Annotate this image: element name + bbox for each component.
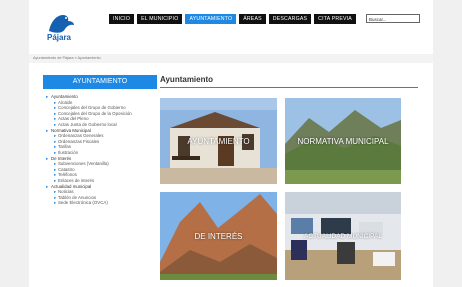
title-divider <box>160 87 418 88</box>
sidebar-link[interactable]: Sede Electrónica (OVCA) <box>43 200 157 206</box>
sidebar: AYUNTAMIENTO AyuntamientoAlcaldeConcejal… <box>43 75 157 206</box>
tile-normativa-municipal[interactable]: NORMATIVA MUNICIPAL <box>285 98 401 184</box>
page-title: Ayuntamiento <box>160 75 214 84</box>
breadcrumb[interactable]: Ayuntamiento de Pájara » Ayuntamiento <box>33 54 101 63</box>
logo-text[interactable]: Pájara <box>41 33 77 42</box>
tile-label: AYUNTAMIENTO <box>187 136 250 146</box>
breadcrumb-bar: Ayuntamiento de Pájara » Ayuntamiento <box>29 54 433 63</box>
sidebar-menu: AyuntamientoAlcaldeConcejales del Grupo … <box>43 89 157 206</box>
nav-item-areas[interactable]: ÁREAS <box>239 14 266 24</box>
page: Pájara INICIO EL MUNICIPIO AYUNTAMIENTO … <box>29 0 433 287</box>
nav-item-el-municipio[interactable]: EL MUNICIPIO <box>137 14 183 24</box>
nav-item-cita-previa[interactable]: CITA PREVIA <box>314 14 356 24</box>
nav-item-ayuntamiento[interactable]: AYUNTAMIENTO <box>185 14 237 24</box>
tile-de-interes[interactable]: DE INTERÉS <box>160 192 277 280</box>
nav-item-inicio[interactable]: INICIO <box>109 14 135 24</box>
tile-label: DE INTERÉS <box>194 231 243 241</box>
tile-label: ACTUALIDAD MUNICIPAL <box>304 232 382 240</box>
sidebar-title[interactable]: AYUNTAMIENTO <box>43 75 157 89</box>
tile-actualidad-municipal[interactable]: ACTUALIDAD MUNICIPAL <box>285 192 401 280</box>
nav-item-descargas[interactable]: DESCARGAS <box>268 14 312 24</box>
main-nav: INICIO EL MUNICIPIO AYUNTAMIENTO ÁREAS D… <box>109 14 356 24</box>
tile-ayuntamiento[interactable]: AYUNTAMIENTO <box>160 98 277 184</box>
tile-label: NORMATIVA MUNICIPAL <box>297 136 389 146</box>
search-input[interactable]: Buscar... <box>366 14 420 23</box>
